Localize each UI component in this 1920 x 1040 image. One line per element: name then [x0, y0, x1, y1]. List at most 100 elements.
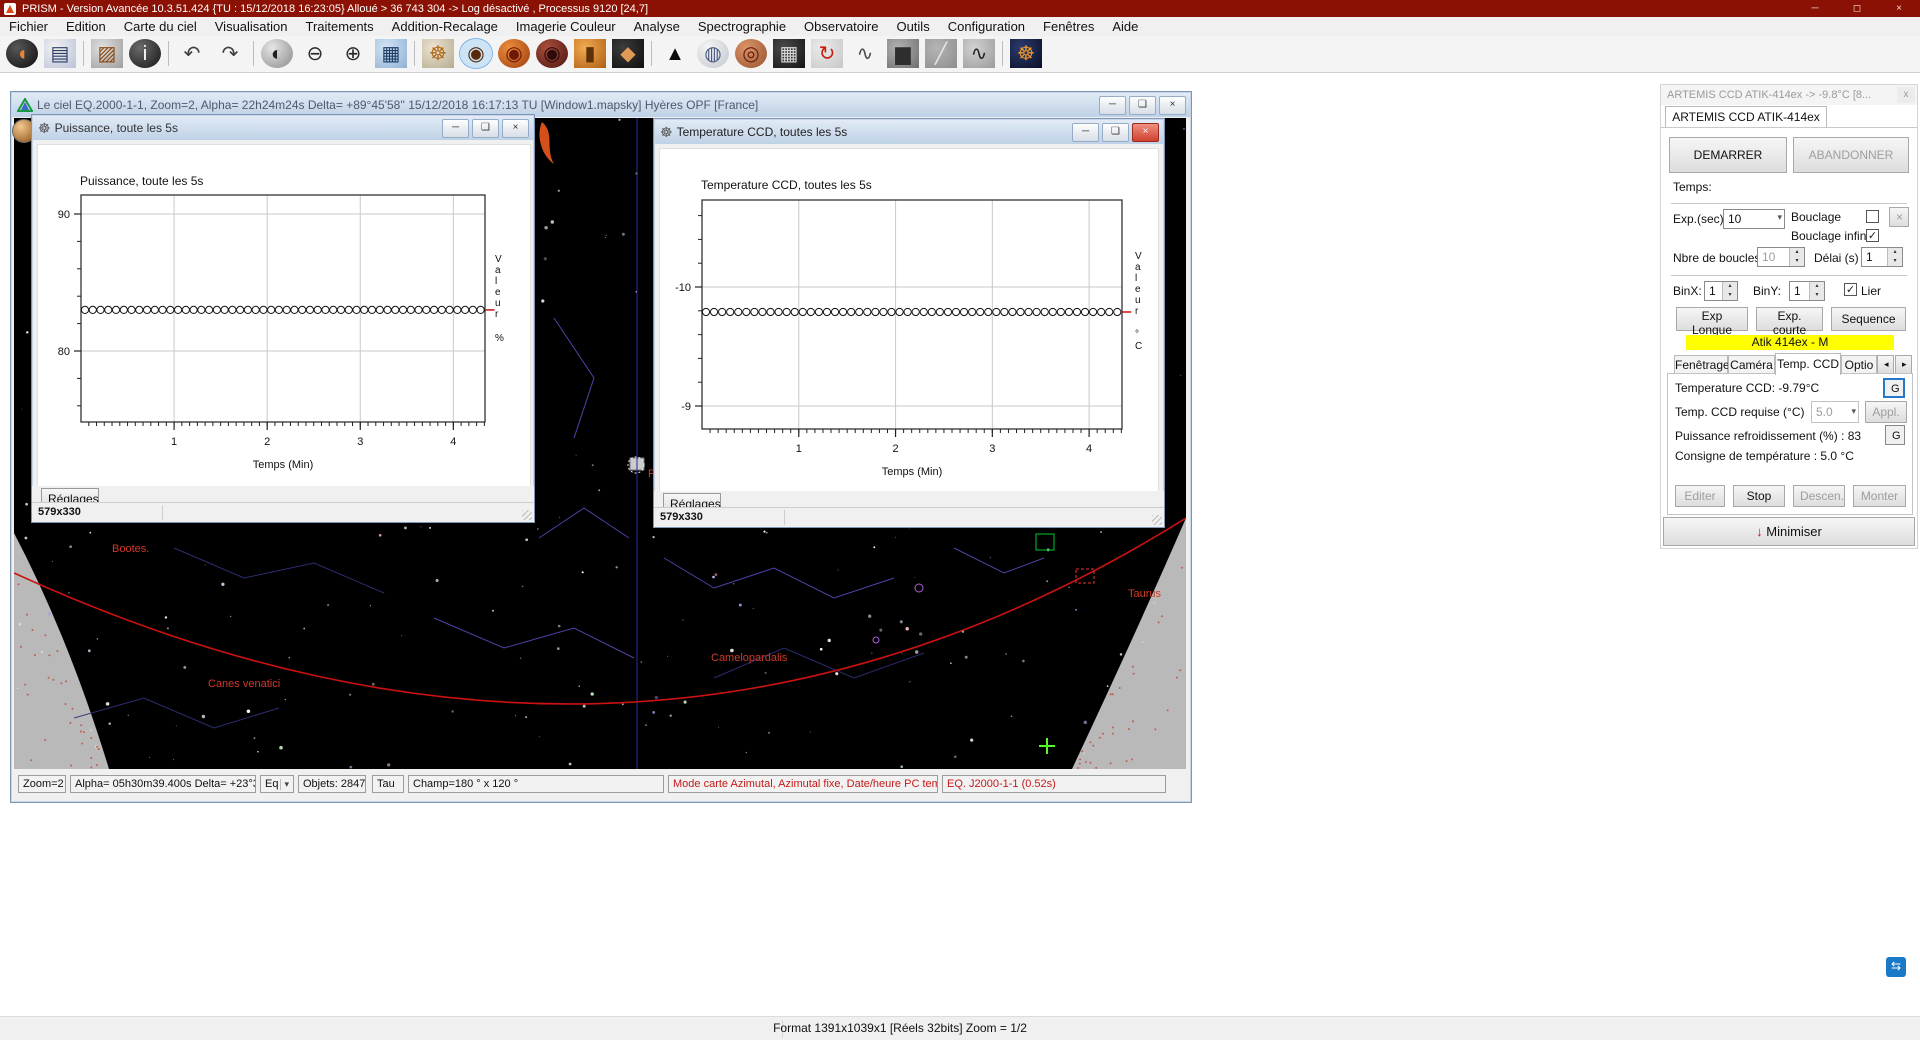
menu-item-addition-recalage[interactable]: Addition-Recalage	[383, 18, 507, 36]
sky-close-button[interactable]: ×	[1159, 96, 1186, 115]
info-icon[interactable]: i	[129, 39, 161, 68]
menu-item-carte-du-ciel[interactable]: Carte du ciel	[115, 18, 206, 36]
temperature-titlebar[interactable]: ☸ Temperature CCD, toutes les 5s ─ ❏ ×	[655, 120, 1163, 144]
nbre-boucles-stepper[interactable]: 10▴▾	[1757, 247, 1805, 267]
exp-label: Exp.(sec)	[1673, 212, 1724, 226]
celestial-globe-icon[interactable]: ◍	[697, 39, 729, 68]
temperature-minimize-button[interactable]: ─	[1072, 123, 1099, 142]
puissance-close-button[interactable]: ×	[502, 119, 529, 138]
ccd-lens-icon[interactable]: ▮	[574, 39, 606, 68]
remote-access-icon[interactable]: ⇆	[1886, 957, 1906, 977]
tab-temp-ccd[interactable]: Temp. CCD	[1775, 353, 1841, 375]
abandonner-button[interactable]: ABANDONNER	[1793, 137, 1909, 173]
consigne-temperature-value: Consigne de température : 5.0 °C	[1675, 449, 1854, 463]
appl-button[interactable]: Appl.	[1865, 401, 1907, 423]
sky-label-camelopardalis: Camelopardalis	[711, 652, 787, 664]
sequence-button[interactable]: Sequence	[1831, 307, 1906, 331]
dome-icon[interactable]: ◆	[612, 39, 644, 68]
sky-minimize-button[interactable]: ─	[1099, 96, 1126, 115]
blank-frame-icon[interactable]: ╱	[925, 39, 957, 68]
profile-plot-icon[interactable]: ∿	[963, 39, 995, 68]
acquire-camera-icon[interactable]: ◉	[460, 39, 492, 68]
bouclage-infini-checkbox[interactable]: ✓	[1866, 229, 1879, 242]
minimiser-button[interactable]: ↓ Minimiser	[1663, 517, 1915, 546]
tab-fenetrage[interactable]: Fenêtrage	[1674, 355, 1728, 375]
bouclage-x-button[interactable]: ×	[1889, 207, 1909, 227]
ccd-main-tab[interactable]: ARTEMIS CCD ATIK-414ex	[1665, 106, 1827, 128]
menu-item-traitements[interactable]: Traitements	[297, 18, 383, 36]
menu-item-fichier[interactable]: Fichier	[0, 18, 57, 36]
temperature-close-button[interactable]: ×	[1132, 123, 1159, 142]
camera-banner: Atik 414ex - M	[1686, 335, 1894, 350]
curve-arrow-icon[interactable]: ∿	[849, 39, 881, 68]
redo-arrow-icon[interactable]: ↷	[214, 39, 246, 68]
puissance-minimize-button[interactable]: ─	[442, 119, 469, 138]
maximize-button[interactable]: ◻	[1836, 0, 1878, 17]
histogram-icon[interactable]: ▆	[887, 39, 919, 68]
svg-text:1: 1	[171, 436, 177, 448]
zoom-out-icon[interactable]: ⊖	[299, 39, 331, 68]
stop-button[interactable]: Stop	[1733, 485, 1785, 507]
camera-two-icon[interactable]: ◉	[536, 39, 568, 68]
menu-item-aide[interactable]: Aide	[1103, 18, 1147, 36]
menu-item-analyse[interactable]: Analyse	[625, 18, 689, 36]
exp-longue-button[interactable]: Exp Longue	[1676, 307, 1748, 331]
puissance-graph-button[interactable]: G	[1885, 425, 1905, 445]
temp-requise-select[interactable]: 5.0▾	[1811, 401, 1859, 423]
delai-stepper[interactable]: 1▴▾	[1861, 247, 1903, 267]
temperature-restore-button[interactable]: ❏	[1102, 123, 1129, 142]
sky-restore-button[interactable]: ❏	[1129, 96, 1156, 115]
tab-camera[interactable]: Caméra	[1728, 355, 1775, 375]
tabs-scroll-left-icon[interactable]: ◂	[1877, 355, 1894, 374]
puissance-restore-button[interactable]: ❏	[472, 119, 499, 138]
biny-stepper[interactable]: 1▴▾	[1789, 281, 1825, 301]
temp-graph-button[interactable]: G	[1883, 378, 1905, 398]
menu-item-outils[interactable]: Outils	[887, 18, 938, 36]
svg-text:e: e	[1135, 284, 1141, 295]
exposure-select[interactable]: 10▾	[1723, 209, 1785, 229]
temperature-size-indicator: 579x330	[660, 511, 703, 523]
menu-item-configuration[interactable]: Configuration	[939, 18, 1034, 36]
contrast-sphere-icon[interactable]: ◐	[261, 39, 293, 68]
image-preview-icon[interactable]: ▦	[375, 39, 407, 68]
frame-select[interactable]: Eq▾	[260, 775, 294, 793]
editer-button[interactable]: Editer	[1675, 485, 1725, 507]
maintenance-wrench-icon[interactable]: ◎	[735, 39, 767, 68]
print-export-icon[interactable]: ▨	[91, 39, 123, 68]
menu-item-spectrographie[interactable]: Spectrographie	[689, 18, 795, 36]
ccd-panel-titlebar[interactable]: ARTEMIS CCD ATIK-414ex -> -9.8°C [8... x	[1661, 85, 1917, 105]
puissance-titlebar[interactable]: ☸ Puissance, toute les 5s ─ ❏ ×	[33, 116, 533, 140]
exp-courte-button[interactable]: Exp. courte	[1756, 307, 1823, 331]
undo-arrow-icon[interactable]: ↶	[176, 39, 208, 68]
camera-one-icon[interactable]: ◉	[498, 39, 530, 68]
descendre-button[interactable]: Descen.	[1793, 485, 1845, 507]
menu-item-edition[interactable]: Edition	[57, 18, 115, 36]
bouclage-checkbox[interactable]	[1866, 210, 1879, 223]
lier-checkbox[interactable]: ✓	[1844, 283, 1857, 296]
menu-item-imagerie-couleur[interactable]: Imagerie Couleur	[507, 18, 625, 36]
app-titlebar[interactable]: PRISM - Version Avancée 10.3.51.424 {TU …	[0, 0, 1920, 17]
reload-rotate-icon[interactable]: ↻	[811, 39, 843, 68]
bouclage-infini-label: Bouclage infini	[1791, 229, 1869, 243]
connect-camera-icon[interactable]: ◖	[6, 39, 38, 68]
binx-stepper[interactable]: 1▴▾	[1704, 281, 1738, 301]
hand-settings-icon[interactable]: ☸	[422, 39, 454, 68]
save-icon[interactable]: ▤	[44, 39, 76, 68]
save-image-icon[interactable]: ▦	[773, 39, 805, 68]
menu-item-visualisation[interactable]: Visualisation	[206, 18, 297, 36]
zoom-in-icon[interactable]: ⊕	[337, 39, 369, 68]
close-button[interactable]: ×	[1878, 0, 1920, 17]
tab-options[interactable]: Optio	[1841, 355, 1877, 375]
menu-item-observatoire[interactable]: Observatoire	[795, 18, 887, 36]
monter-button[interactable]: Monter	[1853, 485, 1906, 507]
menu-item-fen-tres[interactable]: Fenêtres	[1034, 18, 1103, 36]
tabs-scroll-right-icon[interactable]: ▸	[1895, 355, 1912, 374]
demarrer-button[interactable]: DEMARRER	[1669, 137, 1787, 173]
resize-grip[interactable]	[522, 510, 532, 520]
ccd-close-icon[interactable]: x	[1897, 87, 1915, 103]
robot-gears-icon[interactable]: ☸	[1010, 39, 1042, 68]
resize-grip[interactable]	[1152, 515, 1162, 525]
mountain-cone-icon[interactable]: ▲	[659, 39, 691, 68]
minimize-button[interactable]: ─	[1794, 0, 1836, 17]
field-indicator: Champ=180 ° x 120 °	[408, 775, 664, 793]
